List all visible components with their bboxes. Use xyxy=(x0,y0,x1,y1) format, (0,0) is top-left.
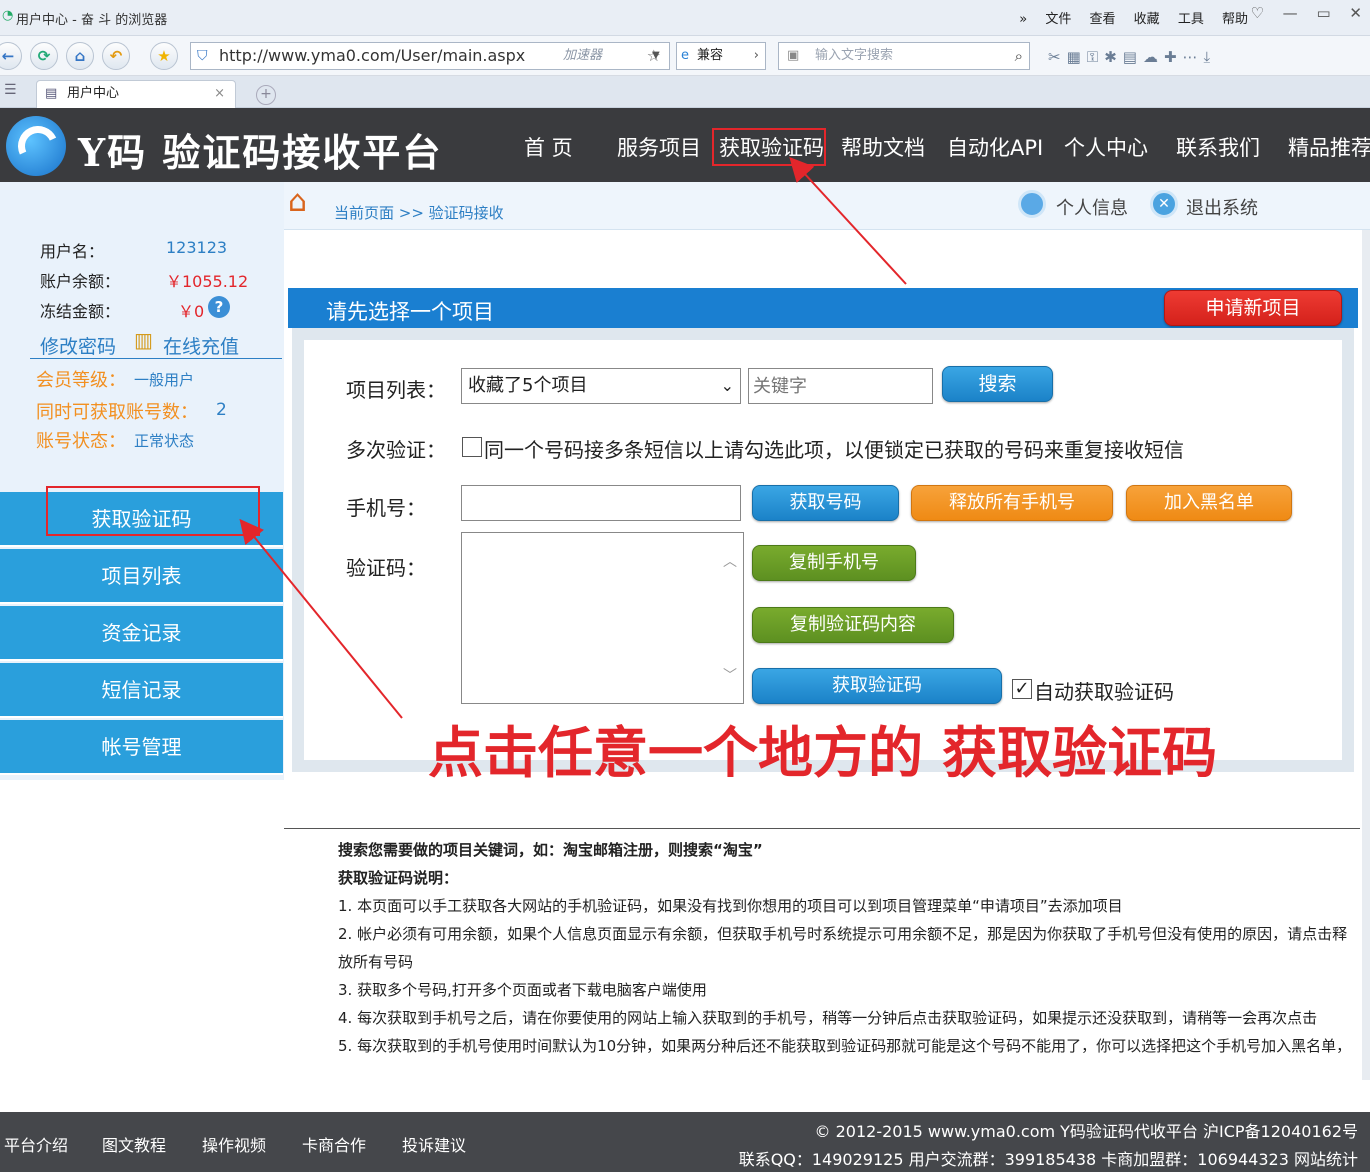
notes-item: 3. 获取多个号码,打开多个页面或者下载电脑客户端使用 xyxy=(338,981,707,999)
notes-divider xyxy=(284,828,1360,829)
notes-item: 4. 每次获取到手机号之后，请在你要使用的网站上输入获取到的手机号，稍等一分钟后… xyxy=(338,1009,1318,1027)
footer: 平台介绍 图文教程 操作视频 卡商合作 投诉建议 © 2012-2015 www… xyxy=(0,1112,1370,1172)
notes-item: 2. 帐户必须有可用余额，如果个人信息页面显示有余额，但获取手机号时系统提示可用… xyxy=(338,925,1348,971)
annotation-text: 点击任意一个地方的 获取验证码 xyxy=(428,721,1218,785)
arrow-to-top-nav xyxy=(789,157,907,285)
footer-link-intro[interactable]: 平台介绍 xyxy=(4,1132,68,1156)
notes-item: 5. 每次获取到的手机号使用时间默认为10分钟，如果两分种后还不能获取到验证码那… xyxy=(338,1037,1352,1055)
footer-link-partner[interactable]: 卡商合作 xyxy=(302,1132,366,1156)
footer-link-complaint[interactable]: 投诉建议 xyxy=(402,1132,466,1156)
footer-link-tutorial[interactable]: 图文教程 xyxy=(102,1132,166,1156)
footer-link-video[interactable]: 操作视频 xyxy=(202,1132,266,1156)
arrow-to-sidebar xyxy=(239,518,403,719)
footer-copyright: © 2012-2015 www.yma0.com Y码验证码代收平台 沪ICP备… xyxy=(814,1122,1358,1141)
notes-search-tip: 搜索您需要做的项目关键词，如：淘宝邮箱注册，则搜索“淘宝” xyxy=(338,841,763,859)
notes-heading: 获取验证码说明： xyxy=(338,869,459,887)
notes-item: 1. 本页面可以手工获取各大网站的手机验证码，如果没有找到你想用的项目可以到项目… xyxy=(338,897,1123,915)
footer-contact: 联系QQ：149029125 用户交流群：399185438 卡商加盟群：106… xyxy=(738,1150,1358,1169)
instructions: 搜索您需要做的项目关键词，如：淘宝邮箱注册，则搜索“淘宝” 获取验证码说明： 1… xyxy=(338,836,1358,1060)
